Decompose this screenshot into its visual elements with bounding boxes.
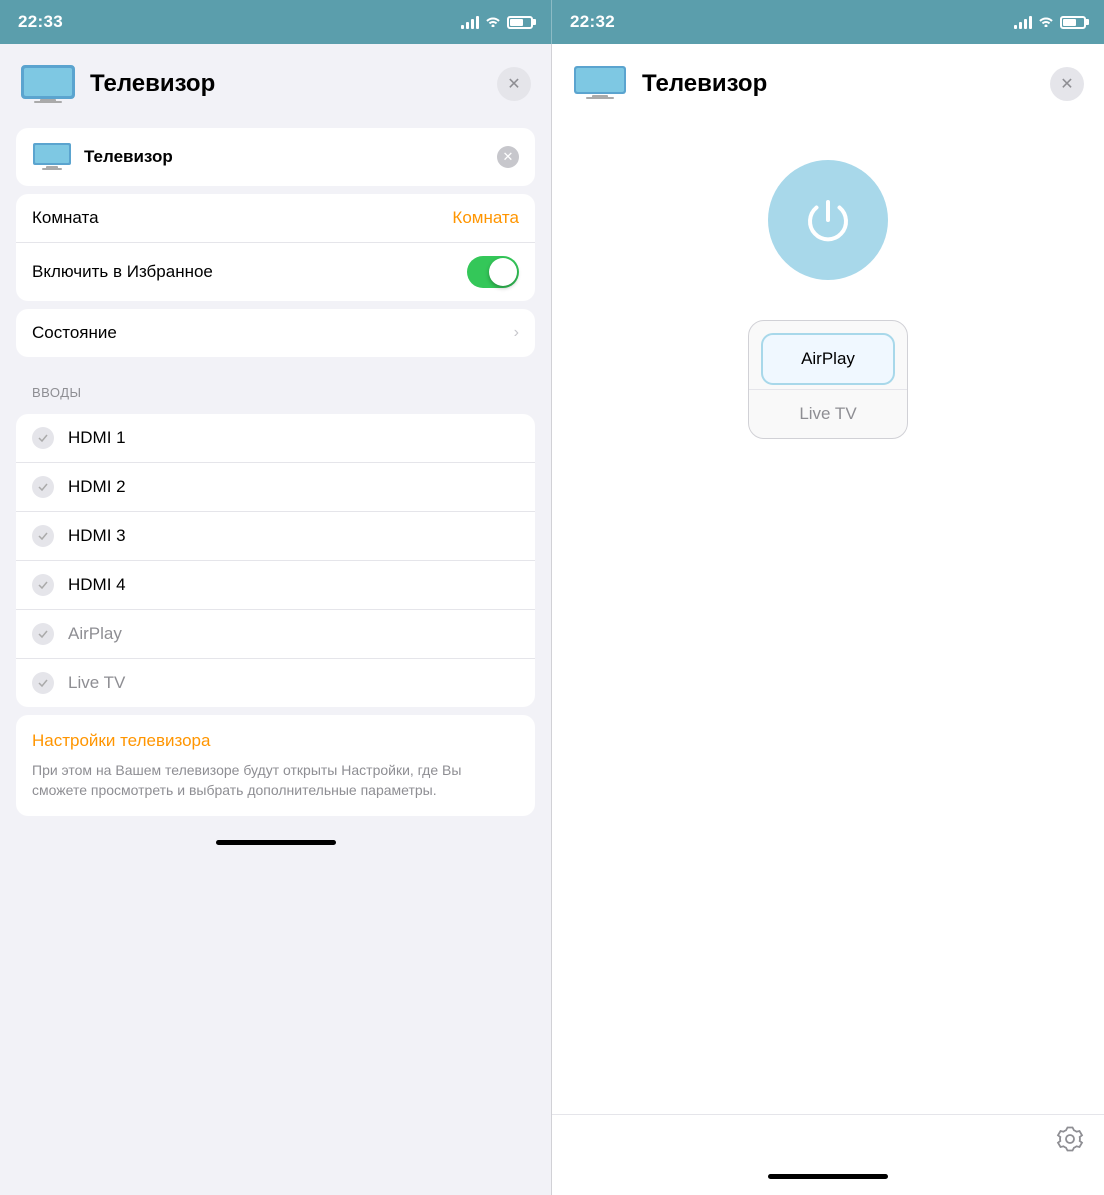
status-card[interactable]: Состояние › xyxy=(16,309,535,357)
input-label-hdmi1: HDMI 1 xyxy=(68,428,126,448)
input-label-hdmi4: HDMI 4 xyxy=(68,575,126,595)
left-panel: Телевизор ✕ Телевизор ✕ xyxy=(0,44,552,1195)
tv-settings-card[interactable]: Настройки телевизора При этом на Вашем т… xyxy=(16,715,535,816)
status-label: Состояние xyxy=(32,323,514,343)
battery-icon-left xyxy=(507,16,533,29)
status-icons-right xyxy=(1014,14,1086,30)
inputs-card: HDMI 1 HDMI 2 HDMI 3 HDMI 4 xyxy=(16,414,535,707)
room-row[interactable]: Комната Комната xyxy=(16,194,535,242)
gear-icon xyxy=(1056,1125,1084,1153)
check-icon-hdmi4 xyxy=(32,574,54,596)
check-icon-livetv xyxy=(32,672,54,694)
power-button[interactable] xyxy=(768,160,888,280)
favorite-label: Включить в Избранное xyxy=(32,262,467,282)
input-label-hdmi2: HDMI 2 xyxy=(68,477,126,497)
input-label-livetv: Live TV xyxy=(68,673,125,693)
wifi-icon-right xyxy=(1038,14,1054,30)
input-hdmi4[interactable]: HDMI 4 xyxy=(16,560,535,609)
right-panel-title: Телевизор xyxy=(642,70,1050,98)
input-label-hdmi3: HDMI 3 xyxy=(68,526,126,546)
right-close-button[interactable]: ✕ xyxy=(1050,67,1084,101)
device-card: Телевизор ✕ xyxy=(16,128,535,186)
inputs-section-header: ВВОДЫ xyxy=(0,365,551,406)
tv-icon-left-header xyxy=(20,64,76,104)
input-hdmi3[interactable]: HDMI 3 xyxy=(16,511,535,560)
favorite-row: Включить в Избранное xyxy=(16,242,535,301)
check-icon-hdmi1 xyxy=(32,427,54,449)
device-remove-button[interactable]: ✕ xyxy=(497,146,519,168)
check-icon-hdmi3 xyxy=(32,525,54,547)
right-content: AirPlay Live TV xyxy=(552,120,1104,1114)
right-panel: Телевизор ✕ AirPlay xyxy=(552,44,1104,1195)
signal-icon-right xyxy=(1014,15,1032,29)
input-airplay[interactable]: AirPlay xyxy=(16,609,535,658)
input-option-livetv[interactable]: Live TV xyxy=(749,389,907,438)
favorite-toggle[interactable] xyxy=(467,256,519,288)
right-header: Телевизор ✕ xyxy=(552,44,1104,120)
status-bar: 22:33 22:32 xyxy=(0,0,1104,44)
home-indicator-right xyxy=(768,1174,888,1179)
chevron-icon: › xyxy=(514,324,519,342)
input-label-airplay: AirPlay xyxy=(68,624,122,644)
input-option-airplay[interactable]: AirPlay xyxy=(761,333,895,385)
wifi-icon-left xyxy=(485,14,501,30)
home-indicator-left xyxy=(216,840,336,845)
time-right: 22:32 xyxy=(570,12,615,32)
room-label: Комната xyxy=(32,208,452,228)
signal-icon-left xyxy=(461,15,479,29)
check-icon-airplay xyxy=(32,623,54,645)
settings-button[interactable] xyxy=(1056,1125,1084,1160)
tv-settings-desc: При этом на Вашем телевизоре будут откры… xyxy=(32,761,519,800)
status-row[interactable]: Состояние › xyxy=(16,309,535,357)
tv-icon-device-card xyxy=(32,142,72,172)
power-icon xyxy=(802,194,854,246)
battery-icon-right xyxy=(1060,16,1086,29)
left-close-button[interactable]: ✕ xyxy=(497,67,531,101)
bottom-bar xyxy=(552,1114,1104,1170)
left-header: Телевизор ✕ xyxy=(0,44,551,120)
input-livetv[interactable]: Live TV xyxy=(16,658,535,707)
check-icon-hdmi2 xyxy=(32,476,54,498)
time-left: 22:33 xyxy=(18,12,63,32)
tv-icon-right-header xyxy=(572,64,628,104)
status-bar-left: 22:33 xyxy=(0,0,552,44)
left-panel-title: Телевизор xyxy=(90,70,497,98)
toggle-thumb xyxy=(489,258,517,286)
status-icons-left xyxy=(461,14,533,30)
status-bar-right: 22:32 xyxy=(552,0,1104,44)
input-selector: AirPlay Live TV xyxy=(748,320,908,439)
main-content: Телевизор ✕ Телевизор ✕ xyxy=(0,44,1104,1195)
input-hdmi2[interactable]: HDMI 2 xyxy=(16,462,535,511)
device-row: Телевизор ✕ xyxy=(16,128,535,186)
device-name: Телевизор xyxy=(84,147,497,167)
room-value: Комната xyxy=(452,208,519,228)
settings-card: Комната Комната Включить в Избранное xyxy=(16,194,535,301)
input-hdmi1[interactable]: HDMI 1 xyxy=(16,414,535,462)
tv-settings-title[interactable]: Настройки телевизора xyxy=(32,731,519,751)
